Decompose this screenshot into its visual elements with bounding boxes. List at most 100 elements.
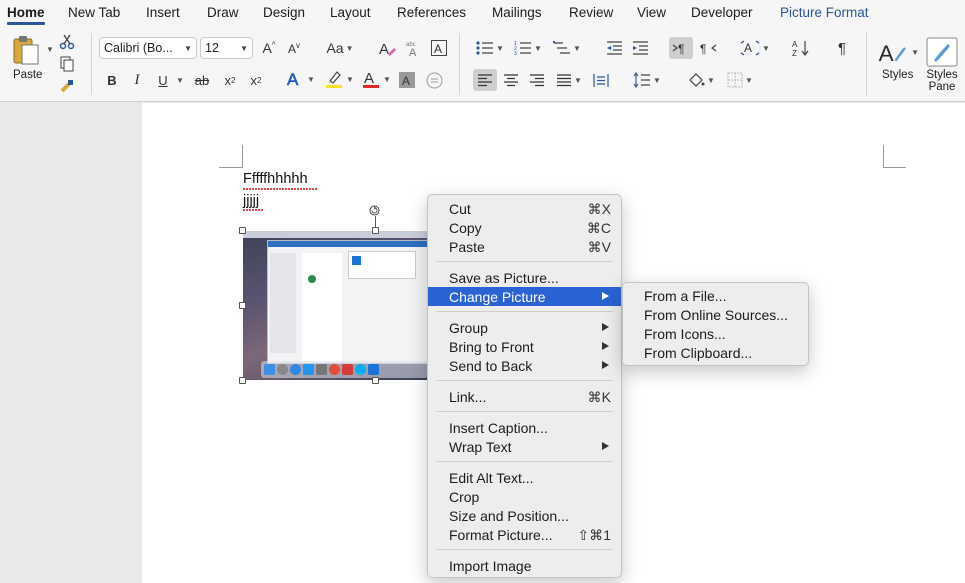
tab-review[interactable]: Review <box>569 5 613 20</box>
submenu-item-from-icons[interactable]: From Icons... <box>623 324 808 343</box>
svg-text:A: A <box>364 70 374 87</box>
menu-item-shortcut: ⇧⌘1 <box>577 527 611 543</box>
tab-new-tab[interactable]: New Tab <box>68 5 120 20</box>
decrease-indent-button[interactable] <box>604 37 624 59</box>
styles-pane-button[interactable] <box>926 35 958 69</box>
scissors-icon <box>59 34 75 50</box>
rotate-icon[interactable] <box>369 205 380 216</box>
menu-item-copy[interactable]: Copy ⌘C <box>428 218 621 237</box>
rtl-text-direction-button[interactable]: ¶ <box>697 37 719 59</box>
menu-item-size-and-position[interactable]: Size and Position... <box>428 506 621 525</box>
menu-item-send-to-back[interactable]: Send to Back <box>428 356 621 375</box>
menu-item-import-image[interactable]: Import Image <box>428 556 621 575</box>
clear-formatting-button[interactable]: A <box>378 38 396 58</box>
document-text-line[interactable]: jjjjj <box>243 193 259 209</box>
underline-button[interactable]: U <box>155 70 171 90</box>
tab-insert[interactable]: Insert <box>146 5 180 20</box>
justify-button[interactable]: ▼ <box>552 69 586 91</box>
format-painter-button[interactable] <box>58 77 76 95</box>
text-effects-button[interactable]: A ▼ <box>284 68 316 90</box>
enclose-characters-button[interactable] <box>424 70 444 90</box>
phonetic-guide-button[interactable]: abc A <box>404 38 424 58</box>
borders-button[interactable]: ▼ <box>724 69 756 91</box>
menu-item-paste[interactable]: Paste ⌘V <box>428 237 621 256</box>
menu-item-format-picture[interactable]: Format Picture... ⇧⌘1 <box>428 525 621 544</box>
menu-item-edit-alt-text[interactable]: Edit Alt Text... <box>428 468 621 487</box>
menu-item-cut[interactable]: Cut ⌘X <box>428 199 621 218</box>
align-right-button[interactable] <box>526 69 548 91</box>
underline-dropdown-icon[interactable]: ▼ <box>176 76 184 85</box>
styles-gallery-button[interactable]: A ▼ <box>877 35 919 69</box>
grow-font-button[interactable]: A^ <box>260 38 278 58</box>
menu-item-label: Wrap Text <box>449 439 512 455</box>
copy-icon <box>60 56 74 72</box>
multilevel-list-button[interactable]: ▼ <box>550 37 584 59</box>
menu-item-save-as-picture[interactable]: Save as Picture... <box>428 268 621 287</box>
distributed-icon <box>593 73 609 87</box>
submenu-arrow-icon <box>602 323 609 331</box>
paste-button[interactable] <box>10 33 42 67</box>
submenu-item-from-clipboard[interactable]: From Clipboard... <box>623 343 808 362</box>
distributed-button[interactable] <box>591 69 611 91</box>
resize-handle-bottom-left[interactable] <box>239 377 246 384</box>
styles-label: Styles <box>882 69 914 81</box>
bullets-button[interactable]: ▼ <box>474 37 506 59</box>
menu-item-change-picture[interactable]: Change Picture <box>428 287 621 306</box>
resize-handle-bottom[interactable] <box>372 377 379 384</box>
show-formatting-marks-button[interactable]: ¶ <box>832 37 852 59</box>
paste-dropdown-icon[interactable]: ▼ <box>46 45 54 54</box>
menu-item-bring-to-front[interactable]: Bring to Front <box>428 337 621 356</box>
change-case-button[interactable]: Aa ▼ <box>325 38 355 58</box>
font-color-button[interactable]: A ▼ <box>360 68 392 90</box>
enclose-characters-icon <box>426 72 442 88</box>
menu-item-group[interactable]: Group <box>428 318 621 337</box>
subscript-button[interactable]: x2 <box>220 70 240 90</box>
bold-button[interactable]: B <box>104 70 120 90</box>
menu-item-label: Copy <box>449 220 482 236</box>
character-border-button[interactable]: A <box>430 38 448 58</box>
spelling-squiggle <box>243 187 317 190</box>
font-size-combo[interactable]: 12 ▼ <box>200 37 253 59</box>
align-center-button[interactable] <box>500 69 522 91</box>
cut-button[interactable] <box>58 33 76 51</box>
shading-button[interactable]: ▼ <box>684 69 718 91</box>
selected-picture[interactable] <box>243 231 428 380</box>
resize-handle-top[interactable] <box>372 227 379 234</box>
tab-picture-format[interactable]: Picture Format <box>780 5 869 20</box>
submenu-item-from-online-sources[interactable]: From Online Sources... <box>623 305 808 324</box>
document-text-line[interactable]: Fffffhhhhh <box>243 171 308 187</box>
ltr-text-direction-button[interactable]: ¶ <box>669 37 693 59</box>
tab-layout[interactable]: Layout <box>330 5 371 20</box>
numbering-button[interactable]: 123 ▼ <box>511 37 545 59</box>
highlight-color-button[interactable]: ▼ <box>322 68 356 90</box>
italic-button[interactable]: I <box>129 70 145 90</box>
tab-view[interactable]: View <box>637 5 666 20</box>
strikethrough-button[interactable]: ab <box>192 70 212 90</box>
shrink-font-icon: Av <box>287 40 300 56</box>
increase-indent-button[interactable] <box>630 37 650 59</box>
menu-item-link[interactable]: Link... ⌘K <box>428 387 621 406</box>
asian-layout-button[interactable]: A ▼ <box>738 37 772 59</box>
character-shading-button[interactable]: A <box>398 70 416 90</box>
menu-item-crop[interactable]: Crop <box>428 487 621 506</box>
menu-item-insert-caption[interactable]: Insert Caption... <box>428 418 621 437</box>
menu-item-wrap-text[interactable]: Wrap Text <box>428 437 621 456</box>
resize-handle-top-left[interactable] <box>239 227 246 234</box>
superscript-button[interactable]: x2 <box>246 70 266 90</box>
tab-draw[interactable]: Draw <box>207 5 239 20</box>
menu-separator <box>436 311 613 312</box>
sort-button[interactable]: AZ <box>790 37 812 59</box>
tab-design[interactable]: Design <box>263 5 305 20</box>
tab-home[interactable]: Home <box>7 5 45 20</box>
resize-handle-left[interactable] <box>239 302 246 309</box>
copy-button[interactable] <box>58 55 76 73</box>
font-name-combo[interactable]: Calibri (Bo... ▼ <box>99 37 197 59</box>
submenu-item-from-file[interactable]: From a File... <box>623 286 808 305</box>
align-left-button[interactable] <box>473 69 497 91</box>
align-left-icon <box>478 73 492 86</box>
line-spacing-button[interactable]: ▼ <box>630 69 664 91</box>
tab-developer[interactable]: Developer <box>691 5 753 20</box>
shrink-font-button[interactable]: Av <box>285 38 303 58</box>
tab-mailings[interactable]: Mailings <box>492 5 542 20</box>
tab-references[interactable]: References <box>397 5 466 20</box>
